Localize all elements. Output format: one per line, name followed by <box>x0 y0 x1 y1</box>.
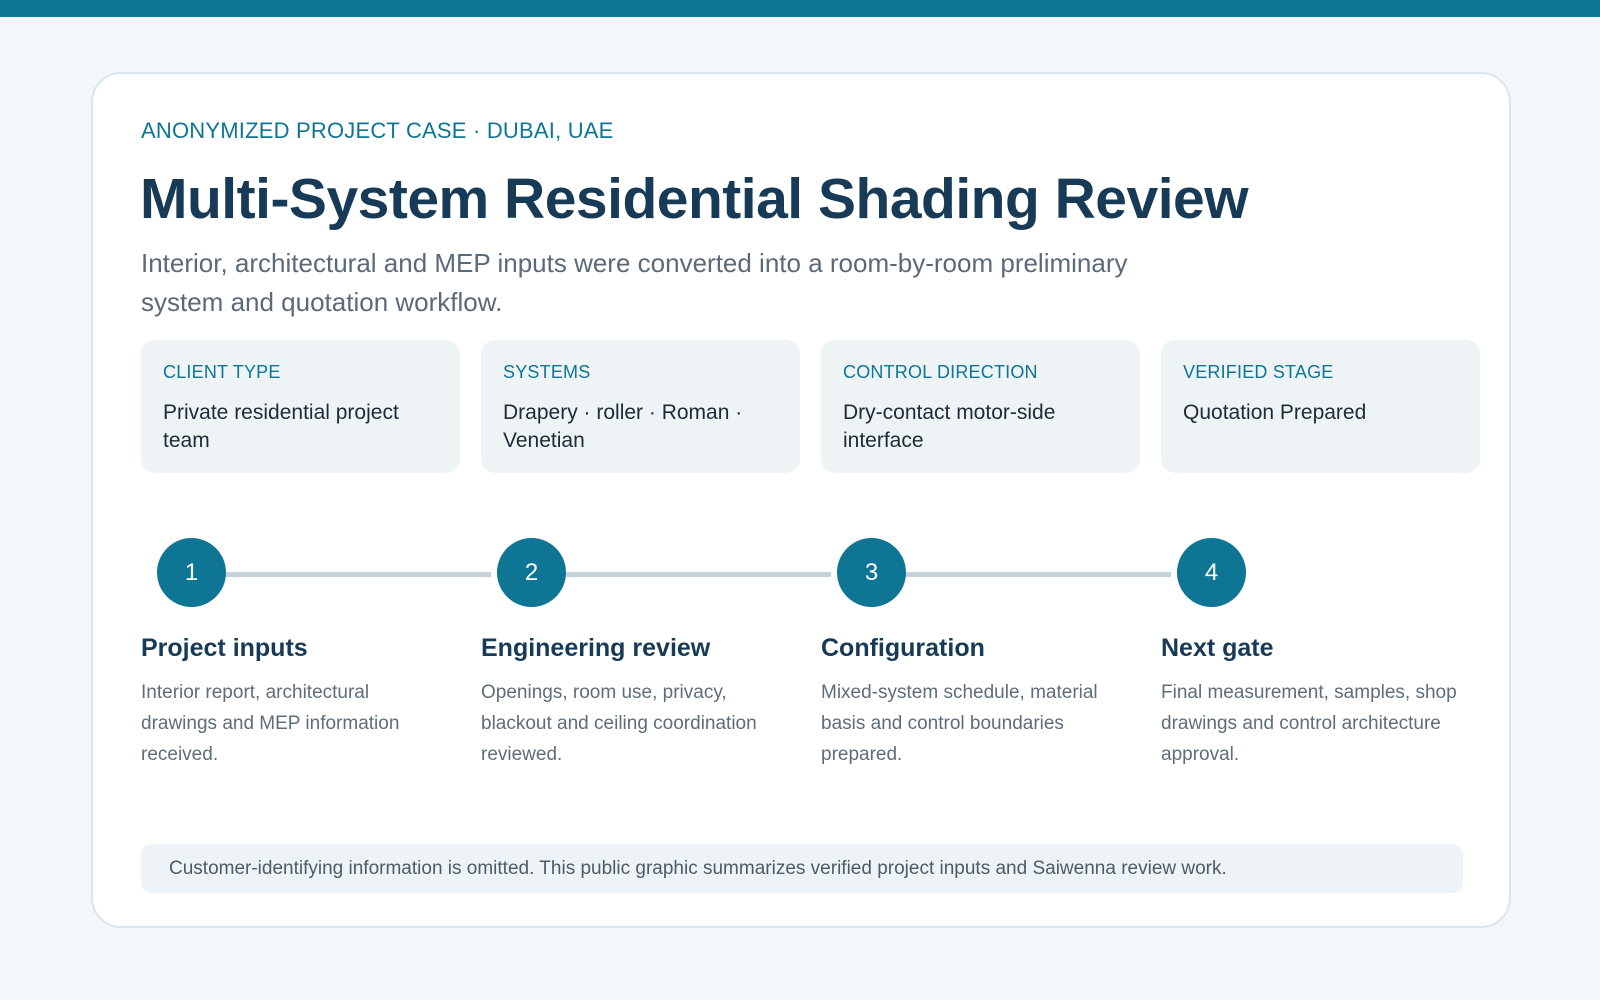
step-next-gate: Next gate Final measurement, samples, sh… <box>1161 634 1461 770</box>
facts-row: CLIENT TYPE Private residential project … <box>141 340 1480 473</box>
page-title: Multi-System Residential Shading Review <box>140 167 1249 231</box>
step-number-badge: 1 <box>157 538 226 607</box>
fact-systems: SYSTEMS Drapery · roller · Roman · Venet… <box>481 340 800 473</box>
fact-control-direction: CONTROL DIRECTION Dry-contact motor-side… <box>821 340 1140 473</box>
step-description: Mixed-system schedule, material basis an… <box>821 682 1098 765</box>
step-number-badge: 2 <box>497 538 566 607</box>
fact-value: Private residential project team <box>163 401 399 452</box>
fact-label: SYSTEMS <box>503 362 591 382</box>
fact-value: Drapery · roller · Roman · Venetian <box>503 401 743 452</box>
step-title: Project inputs <box>141 634 308 662</box>
privacy-note: Customer-identifying information is omit… <box>141 844 1463 893</box>
fact-value: Dry-contact motor-side interface <box>843 401 1056 452</box>
timeline-connector <box>531 572 831 577</box>
step-project-inputs: Project inputs Interior report, architec… <box>141 634 441 770</box>
step-description: Openings, room use, privacy, blackout an… <box>481 682 757 765</box>
step-description: Final measurement, samples, shop drawing… <box>1161 682 1457 765</box>
case-card: ANONYMIZED PROJECT CASE · DUBAI, UAE Mul… <box>91 72 1511 928</box>
fact-value: Quotation Prepared <box>1183 401 1367 424</box>
step-engineering-review: Engineering review Openings, room use, p… <box>481 634 781 770</box>
process-timeline: 1 2 3 4 Project inputs Interior report, … <box>141 538 1481 798</box>
step-title: Engineering review <box>481 634 711 662</box>
fact-label: CLIENT TYPE <box>163 362 281 382</box>
step-description: Interior report, architectural drawings … <box>141 682 400 765</box>
step-number-badge: 4 <box>1177 538 1246 607</box>
fact-verified-stage: VERIFIED STAGE Quotation Prepared <box>1161 340 1480 473</box>
step-title: Configuration <box>821 634 985 662</box>
step-configuration: Configuration Mixed-system schedule, mat… <box>821 634 1121 770</box>
top-accent-bar <box>0 0 1600 17</box>
timeline-connector <box>871 572 1171 577</box>
fact-client-type: CLIENT TYPE Private residential project … <box>141 340 460 473</box>
step-number-badge: 3 <box>837 538 906 607</box>
eyebrow-label: ANONYMIZED PROJECT CASE · DUBAI, UAE <box>141 118 614 143</box>
step-title: Next gate <box>1161 634 1274 662</box>
timeline-connector <box>191 572 491 577</box>
fact-label: VERIFIED STAGE <box>1183 362 1334 382</box>
fact-label: CONTROL DIRECTION <box>843 362 1038 382</box>
page-subtitle: Interior, architectural and MEP inputs w… <box>141 248 1128 317</box>
